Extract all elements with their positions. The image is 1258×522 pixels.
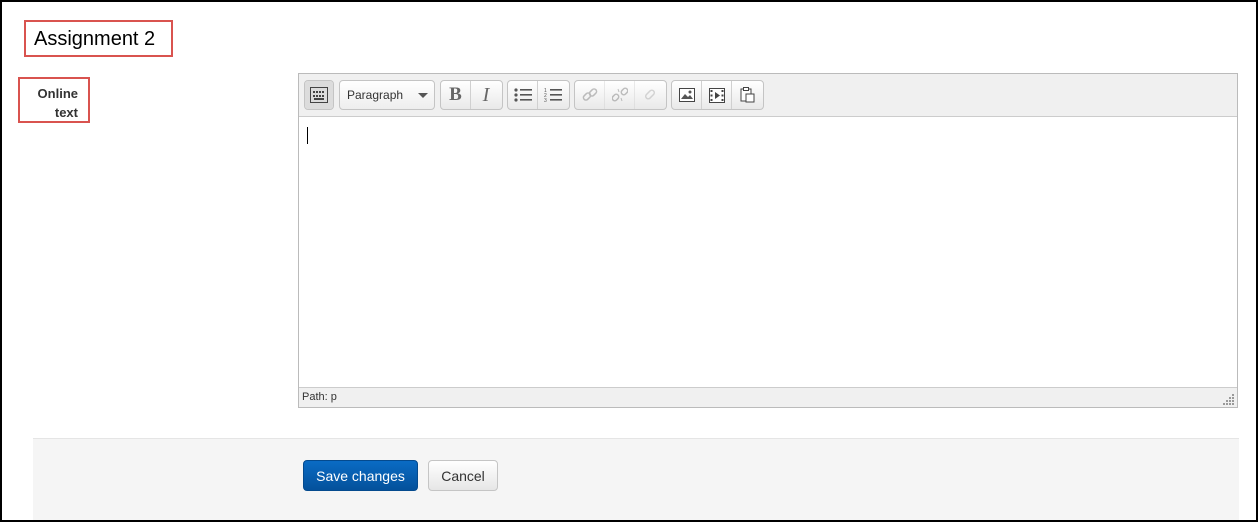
anchor-button[interactable] bbox=[635, 81, 665, 109]
field-label-highlight: Online text bbox=[18, 77, 90, 123]
page-title: Assignment 2 bbox=[34, 28, 156, 50]
toggle-toolbar-button[interactable] bbox=[305, 81, 333, 109]
editor-toolbar: Paragraph B I 1 2 3 bbox=[299, 74, 1237, 117]
screenshot-frame: Assignment 2 Online text Paragraph B I 1… bbox=[0, 0, 1258, 522]
form-actions: Save changes Cancel bbox=[33, 438, 1239, 520]
resize-handle-icon[interactable] bbox=[1223, 393, 1235, 405]
link-button[interactable] bbox=[575, 81, 605, 109]
toolbar-group-style: B I bbox=[440, 80, 503, 110]
unordered-list-icon bbox=[513, 88, 532, 102]
svg-text:3: 3 bbox=[544, 98, 547, 103]
anchor-icon bbox=[644, 89, 656, 100]
unlink-button[interactable] bbox=[605, 81, 635, 109]
media-button[interactable] bbox=[702, 81, 732, 109]
ordered-list-icon: 1 2 3 bbox=[544, 88, 562, 103]
editor-content-area[interactable] bbox=[299, 117, 1237, 389]
toolbar-group-insert bbox=[671, 80, 764, 110]
link-icon bbox=[582, 88, 597, 101]
rich-text-editor: Paragraph B I 1 2 3 Path: p bbox=[298, 73, 1238, 408]
toolbar-group-toggle bbox=[304, 80, 334, 110]
bold-button[interactable]: B bbox=[441, 81, 471, 109]
bold-icon: B bbox=[449, 84, 462, 105]
unlink-icon bbox=[611, 87, 628, 102]
media-icon bbox=[708, 87, 725, 103]
chevron-down-icon bbox=[418, 93, 428, 98]
format-select-value: Paragraph bbox=[347, 88, 404, 102]
italic-button[interactable]: I bbox=[471, 81, 501, 109]
paste-icon bbox=[740, 87, 754, 103]
paste-button[interactable] bbox=[732, 81, 762, 109]
image-button[interactable] bbox=[672, 81, 702, 109]
heading-highlight: Assignment 2 bbox=[24, 20, 173, 57]
toolbar-group-links bbox=[574, 80, 667, 110]
toolbar-group-lists: 1 2 3 bbox=[507, 80, 570, 110]
text-cursor bbox=[307, 127, 308, 144]
online-text-label: Online text bbox=[37, 86, 78, 120]
cancel-button[interactable]: Cancel bbox=[428, 460, 498, 491]
toggle-toolbar-icon bbox=[310, 87, 328, 103]
image-icon bbox=[678, 88, 695, 102]
ordered-list-button[interactable]: 1 2 3 bbox=[538, 81, 568, 109]
editor-statusbar: Path: p bbox=[299, 387, 1237, 407]
save-changes-button[interactable]: Save changes bbox=[303, 460, 418, 491]
format-select[interactable]: Paragraph bbox=[339, 80, 435, 110]
element-path: Path: p bbox=[302, 391, 337, 403]
unordered-list-button[interactable] bbox=[508, 81, 538, 109]
italic-icon: I bbox=[482, 83, 490, 106]
